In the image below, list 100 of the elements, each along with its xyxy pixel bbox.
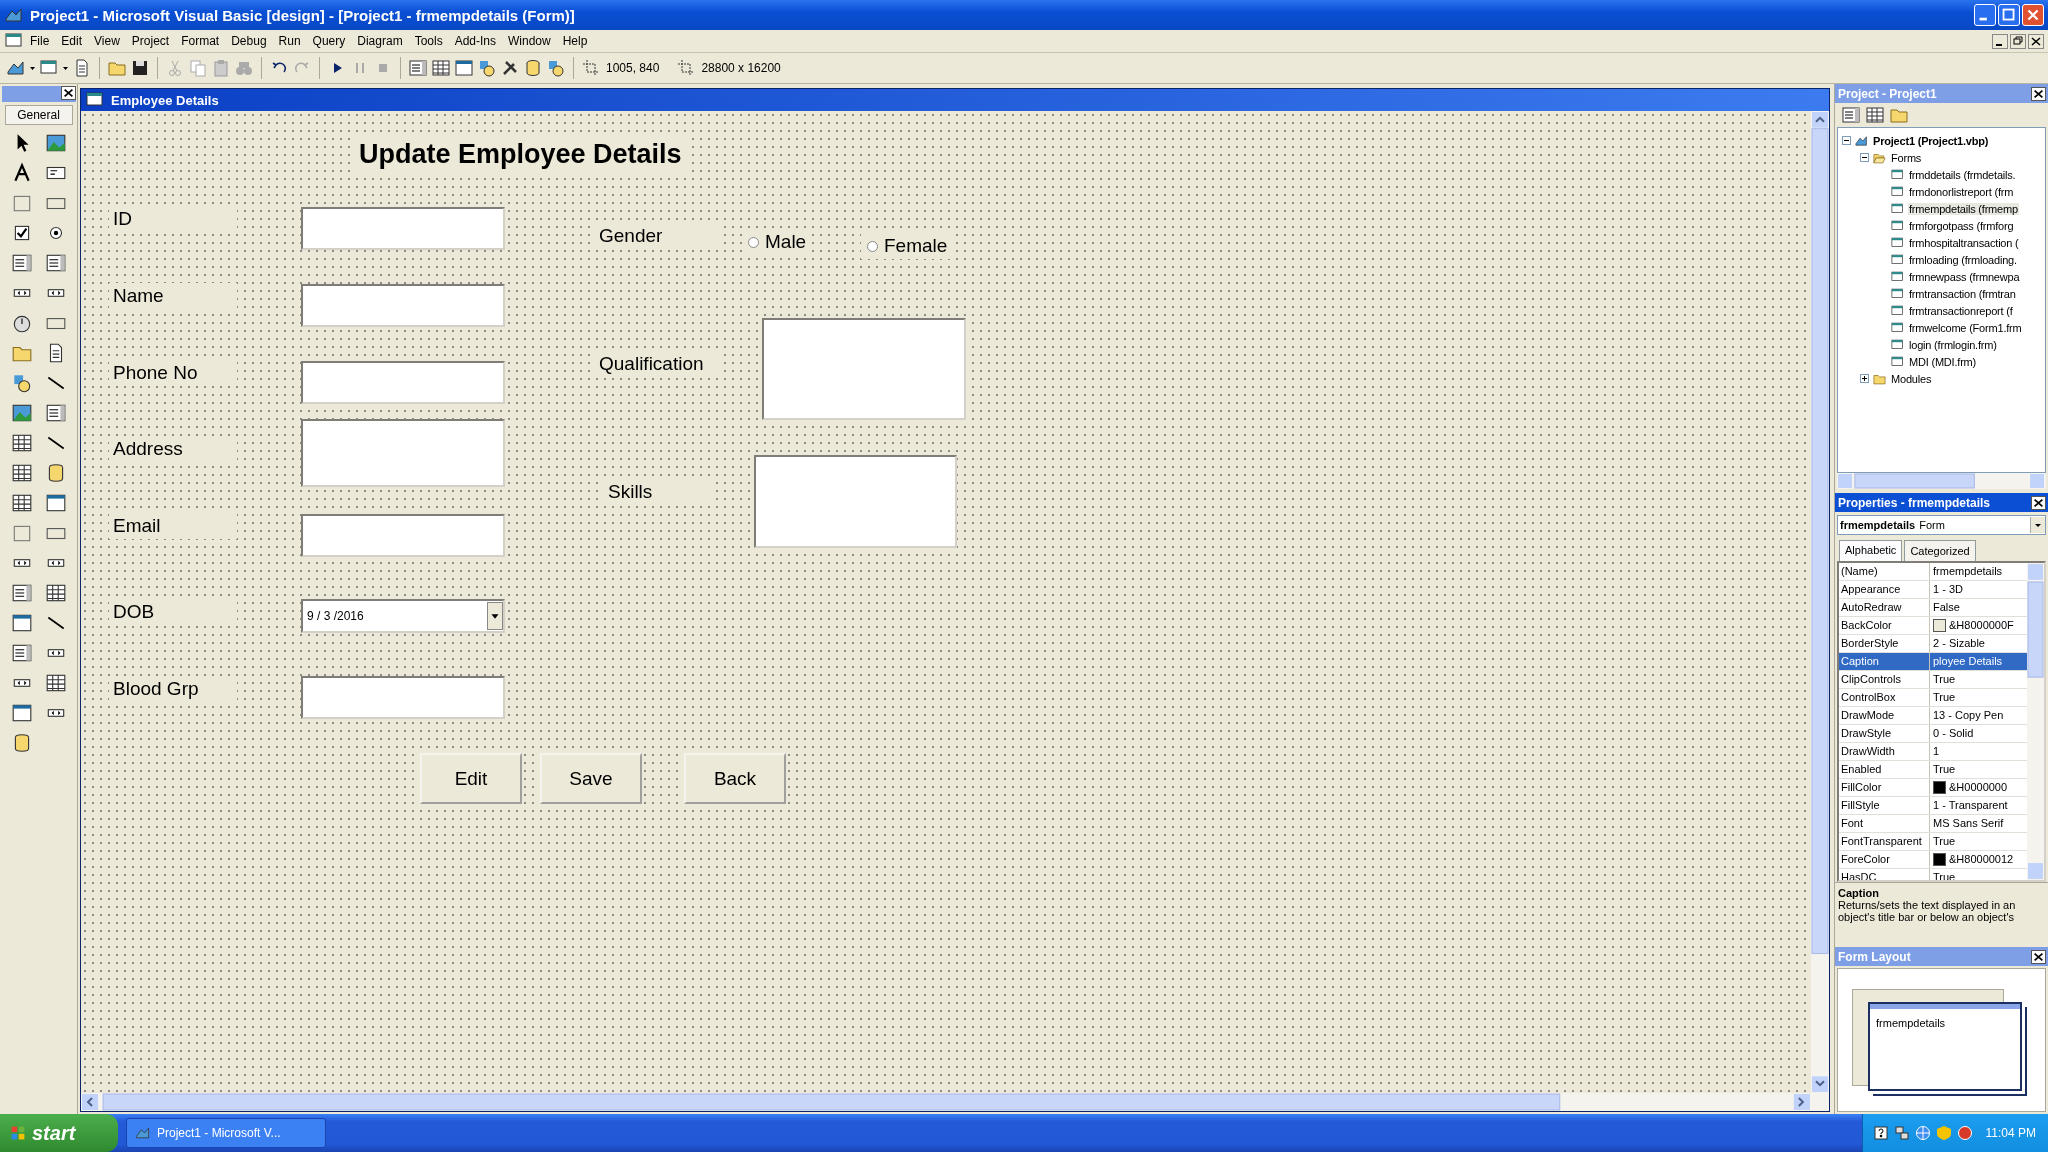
close-button[interactable] [2031, 495, 2046, 510]
list-box-icon[interactable] [44, 252, 67, 274]
horizontal-scrollbar[interactable] [81, 1093, 1829, 1111]
save-icon[interactable] [130, 58, 150, 78]
property-value[interactable]: frmempdetails [1930, 563, 2027, 580]
property-name[interactable]: Caption [1839, 653, 1930, 670]
property-value[interactable]: 1 - 3D [1930, 581, 2027, 598]
collapse-icon[interactable] [1842, 136, 1851, 145]
date-picker[interactable]: 9 / 3 /2016 [301, 599, 505, 633]
taskbar-button[interactable]: Project1 - Microsoft V... [126, 1118, 326, 1148]
tree-item[interactable]: frmnewpass (frmnewpa [1908, 270, 2021, 283]
vertical-scrollbar[interactable] [1811, 111, 1829, 1093]
tree-item[interactable]: frmloading (frmloading. [1908, 253, 2018, 266]
tree-item[interactable]: frmwelcome (Form1.frm [1908, 321, 2023, 334]
property-value[interactable]: True [1930, 689, 2027, 706]
text-area[interactable] [762, 318, 966, 420]
tree-item[interactable]: frmddetails (frmdetails. [1908, 168, 2017, 181]
tab[interactable]: Alphabetic [1839, 540, 1903, 561]
restore-button[interactable] [2010, 33, 2026, 49]
property-name[interactable]: Appearance [1839, 581, 1930, 598]
form-layout-icon[interactable] [454, 58, 474, 78]
property-value[interactable]: 0 - Solid [1930, 725, 2027, 742]
tree-item[interactable]: frmdonorlistreport (frm [1908, 185, 2015, 198]
vertical-scrollbar[interactable] [2027, 563, 2044, 880]
database-icon[interactable] [523, 58, 543, 78]
start-button[interactable]: start [0, 1114, 118, 1152]
property-name[interactable]: BorderStyle [1839, 635, 1930, 652]
close-button[interactable] [60, 86, 76, 100]
property-name[interactable]: Font [1839, 815, 1930, 832]
form-button[interactable]: Edit [420, 753, 522, 804]
menu-item[interactable]: File [24, 32, 56, 50]
view-object-icon[interactable] [1865, 105, 1885, 125]
grid-icon[interactable] [10, 462, 33, 484]
menu-item[interactable]: Help [556, 32, 594, 50]
menu-item[interactable]: View [88, 32, 126, 50]
window-icon[interactable] [10, 702, 33, 724]
property-value[interactable]: False [1930, 599, 2027, 616]
property-value[interactable]: 1 [1930, 743, 2027, 760]
minimize-button[interactable] [1992, 33, 2008, 49]
menu-item[interactable]: Window [502, 32, 557, 50]
property-name[interactable]: Enabled [1839, 761, 1930, 778]
menu-item[interactable]: Add-Ins [448, 32, 502, 50]
text-field[interactable] [301, 514, 505, 557]
tree-item[interactable]: frmforgotpass (frmforg [1908, 219, 2015, 232]
tree-item[interactable]: frmtransactionreport (f [1908, 304, 2014, 317]
tab[interactable]: Categorized [1904, 540, 1976, 561]
property-value[interactable]: ployee Details [1930, 653, 2027, 670]
property-name[interactable]: DrawMode [1839, 707, 1930, 724]
position-icon[interactable] [581, 58, 601, 78]
grid-icon[interactable] [10, 492, 33, 514]
horizontal-scrollbar[interactable] [1837, 473, 2046, 489]
tree-item[interactable]: Forms [1890, 151, 1923, 164]
window-icon[interactable] [44, 492, 67, 514]
expand-icon[interactable] [1860, 374, 1869, 383]
property-value[interactable]: True [1930, 761, 2027, 778]
menu-item[interactable]: Project [125, 32, 176, 50]
property-name[interactable]: ClipControls [1839, 671, 1930, 688]
menu-item[interactable]: Edit [55, 32, 89, 50]
image-icon[interactable] [10, 402, 33, 424]
text-area[interactable] [754, 455, 957, 548]
property-name[interactable]: FontTransparent [1839, 833, 1930, 850]
property-name[interactable]: ForeColor [1839, 851, 1930, 868]
list-icon[interactable] [10, 642, 33, 664]
picture-box-icon[interactable] [44, 132, 67, 154]
close-button[interactable] [2028, 33, 2044, 49]
tree-item[interactable]: Modules [1890, 372, 1933, 385]
property-name[interactable]: DrawStyle [1839, 725, 1930, 742]
form-button[interactable]: Back [684, 753, 786, 804]
combo-box-icon[interactable] [10, 252, 33, 274]
object-dropdown[interactable]: frmempdetails Form [1837, 515, 2046, 535]
property-value[interactable]: &H0000000 [1949, 779, 2008, 796]
property-value[interactable]: True [1930, 671, 2027, 688]
property-value[interactable]: 1 - Transparent [1930, 797, 2027, 814]
property-name[interactable]: BackColor [1839, 617, 1930, 634]
property-name[interactable]: AutoRedraw [1839, 599, 1930, 616]
tree-item[interactable]: Project1 (Project1.vbp) [1872, 134, 1990, 147]
maximize-button[interactable] [1998, 4, 2020, 26]
property-value[interactable]: 13 - Copy Pen [1930, 707, 2027, 724]
tree-item[interactable]: login (frmlogin.frm) [1908, 338, 1998, 351]
text-field[interactable] [301, 676, 505, 719]
view-code-icon[interactable] [1841, 105, 1861, 125]
property-name[interactable]: ControlBox [1839, 689, 1930, 706]
property-name[interactable]: DrawWidth [1839, 743, 1930, 760]
property-value[interactable]: 2 - Sizable [1930, 635, 2027, 652]
property-name[interactable]: FillStyle [1839, 797, 1930, 814]
menu-item[interactable]: Run [272, 32, 307, 50]
close-button[interactable] [2031, 86, 2046, 101]
text-area[interactable] [301, 419, 505, 487]
collapse-icon[interactable] [1860, 153, 1869, 162]
tree-item[interactable]: frmtransaction (frmtran [1908, 287, 2017, 300]
property-name[interactable]: (Name) [1839, 563, 1930, 580]
text-field[interactable] [301, 207, 505, 250]
text-field[interactable] [301, 284, 505, 327]
text-field[interactable] [301, 361, 505, 404]
property-value[interactable]: True [1930, 833, 2027, 850]
property-value[interactable]: &H80000012 [1949, 851, 2014, 868]
property-value[interactable]: MS Sans Serif [1930, 815, 2027, 832]
form-button[interactable]: Save [540, 753, 642, 804]
close-button[interactable] [2031, 949, 2046, 964]
menu-item[interactable]: Tools [408, 32, 449, 50]
